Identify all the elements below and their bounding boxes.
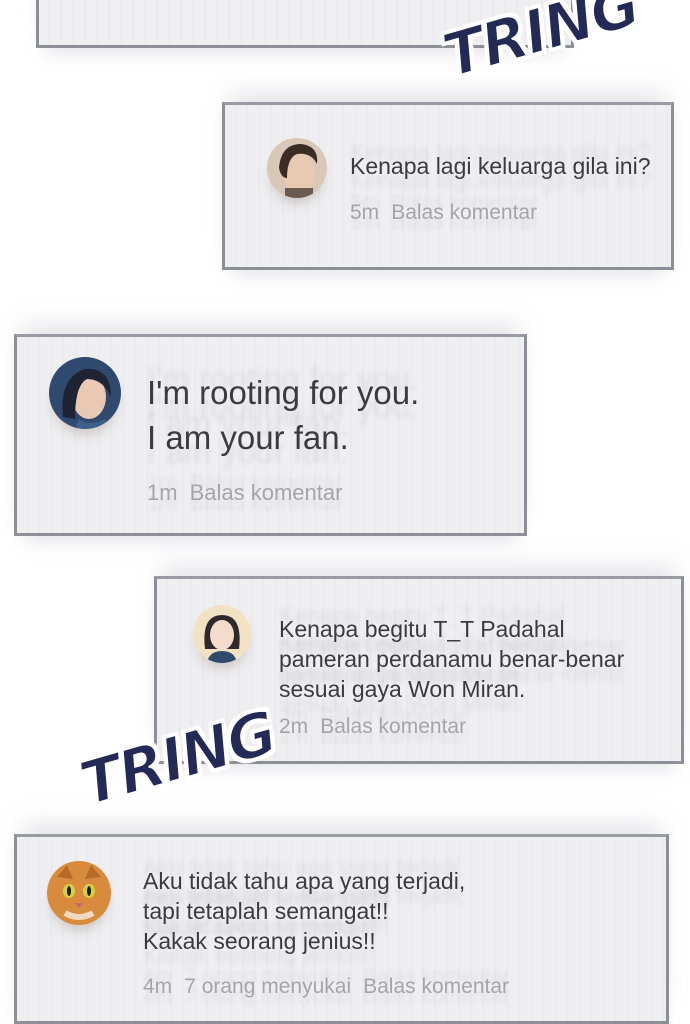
reply-button[interactable]: Balas komentar — [391, 201, 537, 224]
woman-avatar-icon[interactable] — [49, 357, 121, 429]
reply-button[interactable]: Balas komentar — [190, 480, 343, 505]
comment-text: I'm rooting for you. I am your fan. — [147, 374, 420, 456]
comment-card-1: Kenapa lagi keluarga gila ini? 5m Balas k… — [222, 102, 674, 270]
comment-meta: 2m Balas komentar — [279, 715, 466, 739]
comment-time: 5m — [350, 201, 380, 224]
comment-meta: 5m Balas komentar — [350, 201, 537, 225]
reply-button[interactable]: Balas komentar — [363, 975, 509, 998]
comment-card-2: I'm rooting for you. I am your fan. 1m Ba… — [14, 334, 527, 536]
reply-button[interactable]: Balas komentar — [320, 715, 466, 738]
girl-avatar-icon[interactable] — [193, 605, 251, 663]
comment-text: Aku tidak tahu apa yang terjadi, tapi te… — [143, 868, 466, 954]
comment-time: 4m — [143, 975, 173, 998]
comment-time: 2m — [279, 715, 309, 738]
man-avatar-icon[interactable] — [267, 138, 327, 198]
comment-meta: 4m 7 orang menyukai Balas komentar — [143, 975, 509, 999]
cat-avatar-icon[interactable] — [47, 861, 111, 925]
comment-meta: 1m Balas komentar — [147, 480, 342, 506]
comment-text: Kenapa lagi keluarga gila ini? — [350, 153, 651, 179]
comment-card-4: Aku tidak tahu apa yang terjadi, tapi te… — [14, 834, 669, 1024]
like-count: 7 orang menyukai — [184, 975, 352, 998]
comment-text: Kenapa begitu T_T Padahal pameran perdan… — [279, 616, 625, 702]
comment-time: 1m — [147, 480, 178, 505]
